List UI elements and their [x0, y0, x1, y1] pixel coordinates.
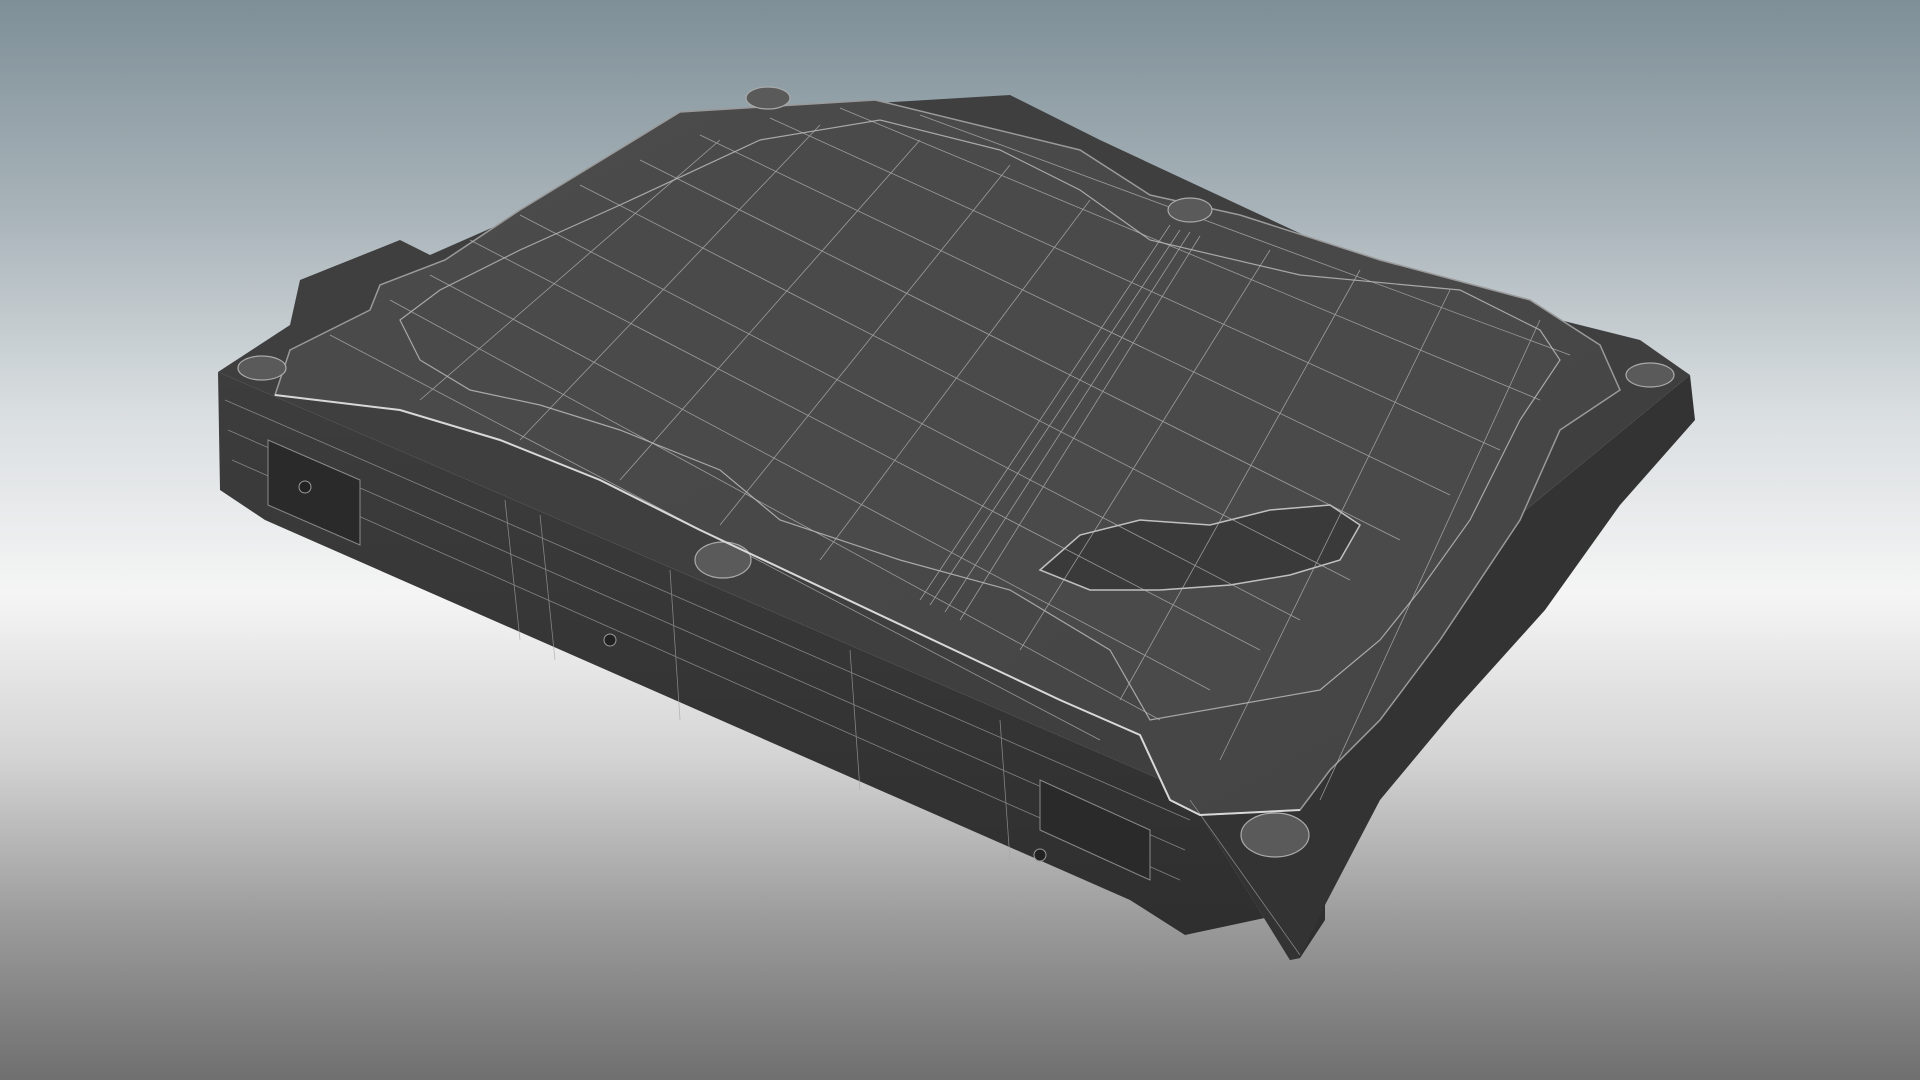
- screw: [1625, 362, 1675, 388]
- screw: [745, 86, 791, 110]
- screw: [1167, 197, 1213, 223]
- 3d-viewport[interactable]: [0, 0, 1920, 1080]
- hard-drive-model[interactable]: [0, 0, 1920, 1080]
- screw: [694, 541, 752, 579]
- screw: [237, 355, 287, 381]
- screw: [1240, 812, 1310, 858]
- side-screw-hole: [603, 633, 617, 647]
- side-screw-hole: [1033, 848, 1047, 862]
- side-screw-hole: [298, 480, 312, 494]
